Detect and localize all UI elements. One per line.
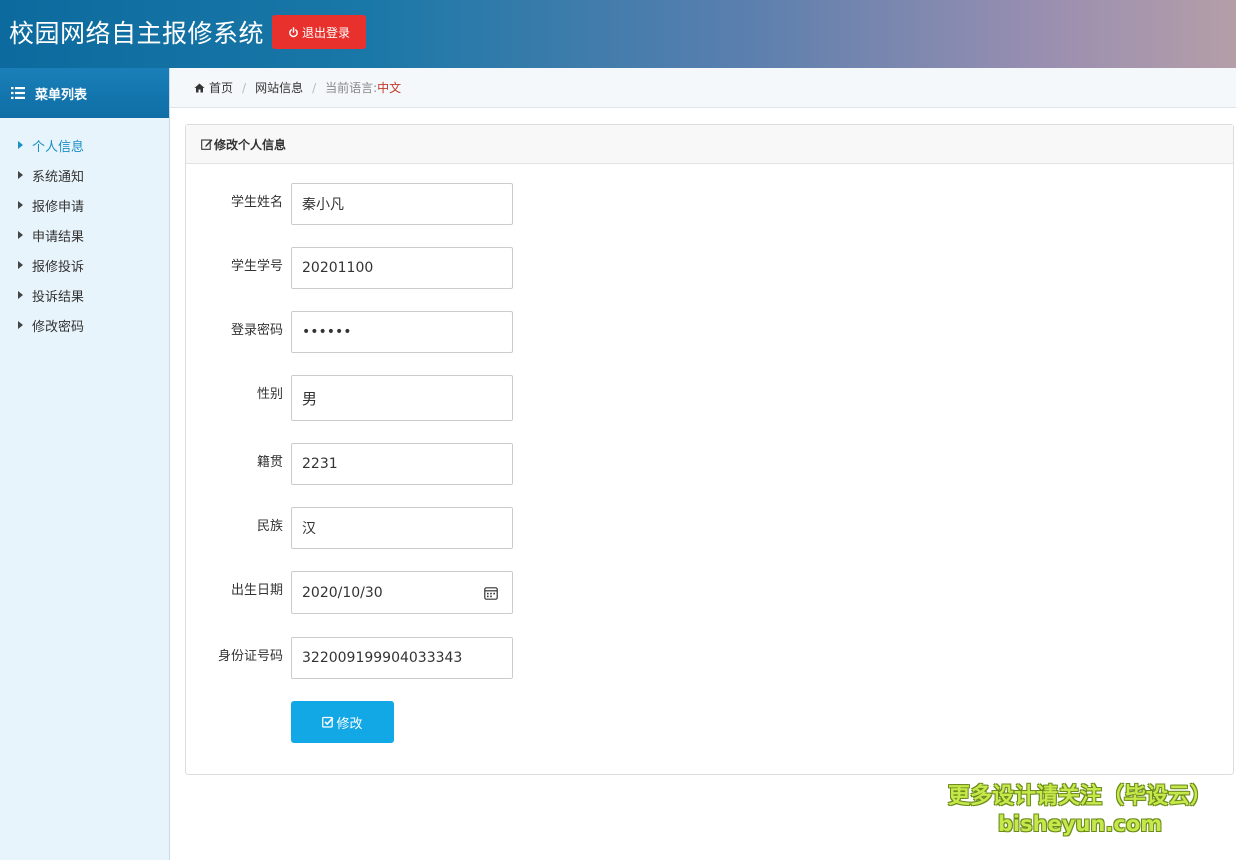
birthdate-label: 出生日期 — [230, 583, 283, 598]
caret-right-icon — [18, 261, 23, 269]
caret-right-icon — [18, 201, 23, 209]
caret-right-icon — [18, 231, 23, 239]
sidebar-item-label: 个人信息 — [32, 139, 85, 155]
edit-icon — [201, 139, 213, 150]
list-icon — [11, 87, 25, 99]
birthdate-value: 2020/10/30 — [302, 584, 383, 601]
sidebar-item-label: 申请结果 — [32, 229, 85, 245]
sidebar-item-request-result[interactable]: 申请结果 — [0, 220, 169, 250]
home-icon — [194, 83, 205, 92]
gender-label: 性别 — [256, 387, 283, 402]
logout-button[interactable]: 退出登录 — [272, 15, 366, 49]
breadcrumb: 首页 / 网站信息 / 当前语言: 中文 — [170, 68, 1236, 108]
sidebar-title: 菜单列表 — [35, 87, 88, 103]
calendar-icon[interactable] — [484, 586, 498, 600]
sidebar-item-repair-complaint[interactable]: 报修投诉 — [0, 250, 169, 280]
sidebar-header: 菜单列表 — [0, 68, 169, 118]
hometown-label: 籍贯 — [256, 455, 283, 470]
panel-heading: 修改个人信息 — [186, 125, 1233, 164]
sidebar-item-label: 投诉结果 — [32, 289, 85, 305]
student-id-label: 学生学号 — [230, 259, 283, 274]
watermark-line2: bisheyun.com — [997, 812, 1163, 836]
breadcrumb-site-info[interactable]: 网站信息 — [255, 79, 303, 96]
password-label: 登录密码 — [230, 323, 283, 338]
gender-input[interactable]: 男 — [291, 375, 513, 421]
sidebar-item-change-password[interactable]: 修改密码 — [0, 310, 169, 340]
watermark: 更多设计请关注（毕设云） bisheyun.com — [940, 783, 1220, 837]
breadcrumb-language-value: 中文 — [377, 81, 402, 95]
caret-right-icon — [18, 321, 23, 329]
id-number-input[interactable]: 322009199904033343 — [291, 637, 513, 679]
watermark-line1: 更多设计请关注（毕设云） — [947, 784, 1212, 809]
check-square-icon — [322, 716, 335, 728]
logout-label: 退出登录 — [301, 25, 350, 40]
breadcrumb-language-label: 当前语言: — [325, 81, 378, 95]
app-title: 校园网络自主报修系统 — [9, 19, 265, 48]
password-input[interactable]: •••••• — [291, 311, 513, 353]
sidebar-item-label: 报修申请 — [32, 199, 85, 215]
sidebar: 菜单列表 个人信息 系统通知 报修申请 申请结果 报修投诉 投诉结果 修改密码 — [0, 68, 170, 860]
sidebar-menu: 个人信息 系统通知 报修申请 申请结果 报修投诉 投诉结果 修改密码 — [0, 118, 169, 340]
caret-right-icon — [18, 291, 23, 299]
id-number-label: 身份证号码 — [217, 649, 283, 664]
sidebar-item-complaint-result[interactable]: 投诉结果 — [0, 280, 169, 310]
breadcrumb-separator: / — [242, 80, 247, 95]
submit-label: 修改 — [336, 716, 363, 732]
name-input[interactable]: 秦小凡 — [291, 183, 513, 225]
sidebar-item-repair-request[interactable]: 报修申请 — [0, 190, 169, 220]
student-id-input[interactable]: 20201100 — [291, 247, 513, 289]
ethnicity-input[interactable]: 汉 — [291, 507, 513, 549]
ethnicity-label: 民族 — [256, 519, 283, 534]
caret-right-icon — [18, 141, 23, 149]
breadcrumb-home[interactable]: 首页 — [209, 79, 233, 96]
edit-profile-panel: 修改个人信息 学生姓名 秦小凡 学生学号 20201100 登录密码 •••••… — [185, 124, 1234, 775]
sidebar-item-label: 报修投诉 — [32, 259, 85, 275]
top-header: 校园网络自主报修系统 退出登录 — [0, 0, 1236, 68]
birthdate-input[interactable]: 2020/10/30 — [291, 571, 513, 614]
breadcrumb-separator: / — [312, 80, 317, 95]
caret-right-icon — [18, 171, 23, 179]
sidebar-item-label: 系统通知 — [32, 169, 85, 185]
power-icon — [289, 26, 298, 37]
sidebar-item-system-notice[interactable]: 系统通知 — [0, 160, 169, 190]
name-label: 学生姓名 — [230, 195, 283, 210]
panel-title: 修改个人信息 — [214, 137, 287, 152]
sidebar-item-personal-info[interactable]: 个人信息 — [0, 130, 169, 160]
hometown-input[interactable]: 2231 — [291, 443, 513, 485]
submit-button[interactable]: 修改 — [291, 701, 394, 743]
sidebar-item-label: 修改密码 — [32, 319, 85, 335]
